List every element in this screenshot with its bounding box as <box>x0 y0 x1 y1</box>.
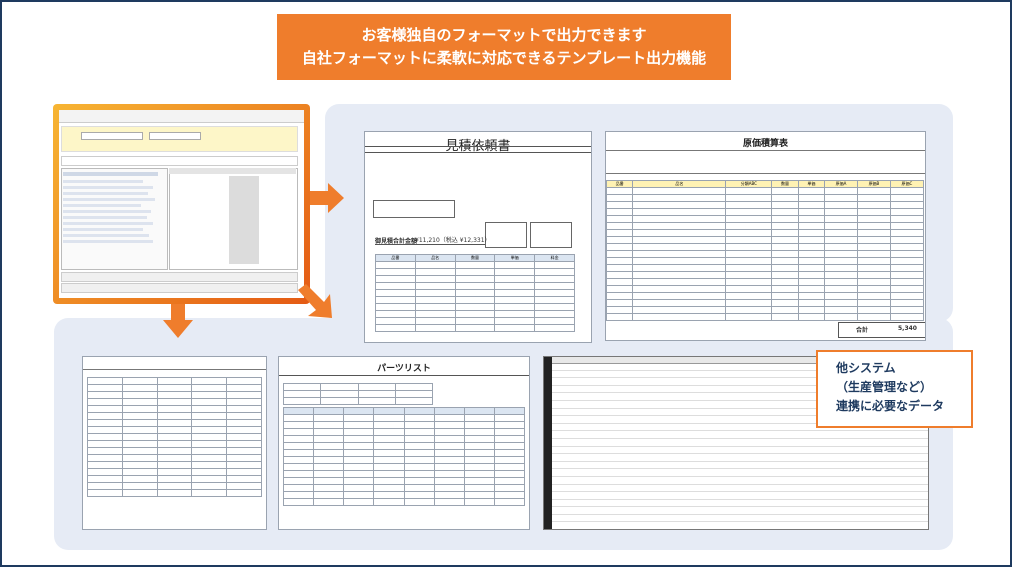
parts-header-table <box>282 383 434 405</box>
estimate-table: 品番 品名 数量 単価 料金 <box>375 254 575 332</box>
callout-line-1: 他システム <box>836 361 896 375</box>
order-form-table <box>87 377 262 497</box>
cost-title: 原価積算表 <box>742 139 788 149</box>
cost-col-header: 単価 <box>797 180 826 188</box>
estimate-total-value: ¥11,210（税込 ¥12,331） <box>415 237 491 244</box>
cost-col-header: 数量 <box>771 180 799 188</box>
cost-col-header: 原価B <box>856 180 891 188</box>
cost-col-header: 品番 <box>606 180 634 188</box>
parts-list-document: パーツリスト <box>278 356 530 530</box>
cost-col-header: 品名 <box>632 180 727 188</box>
estimate-col-header: 品名 <box>414 254 456 262</box>
estimate-col-header: 数量 <box>454 254 496 262</box>
order-form-document <box>82 356 267 530</box>
headline-line-2: 自社フォーマットに柔軟に対応できるテンプレート出力機能 <box>301 49 707 67</box>
parts-title: パーツリスト <box>377 364 431 374</box>
estimate-col-header: 料金 <box>534 254 575 262</box>
headline-line-1: お客様独自のフォーマットで出力できます <box>361 26 647 44</box>
other-system-callout: 他システム （生産管理など） 連携に必要なデータ <box>816 350 973 428</box>
callout-line-2: （生産管理など） <box>836 380 933 394</box>
cost-col-header: 原価C <box>889 180 925 188</box>
estimate-col-header: 単価 <box>494 254 536 262</box>
parts-table <box>282 407 526 506</box>
estimate-col-header: 品番 <box>375 254 416 262</box>
callout-line-3: 連携に必要なデータ <box>836 399 945 413</box>
headline-banner: お客様独自のフォーマットで出力できます 自社フォーマットに柔軟に対応できるテンプ… <box>277 14 731 80</box>
cost-col-header: 原価A <box>824 180 858 188</box>
cost-total-label: 合計 <box>856 327 869 334</box>
cost-col-header: 分類ABC <box>725 180 773 188</box>
cost-table: 品番 品名 分類ABC 数量 単価 原価A 原価B 原価C <box>606 180 925 321</box>
arrow-down-icon <box>163 304 193 338</box>
source-app-thumbnail <box>53 104 310 304</box>
cost-calculation-document: 原価積算表 品番 品名 分類ABC 数量 単価 原価A 原価B 原価C 合計 5… <box>605 131 926 341</box>
arrow-right-icon <box>310 183 344 213</box>
arrow-diagonal-icon <box>298 284 332 318</box>
cost-total-value: 5,340 <box>898 325 917 332</box>
estimate-request-document: 見積依頼書 御見積合計金額 ¥11,210（税込 ¥12,331） 品番 品名 … <box>364 131 592 343</box>
